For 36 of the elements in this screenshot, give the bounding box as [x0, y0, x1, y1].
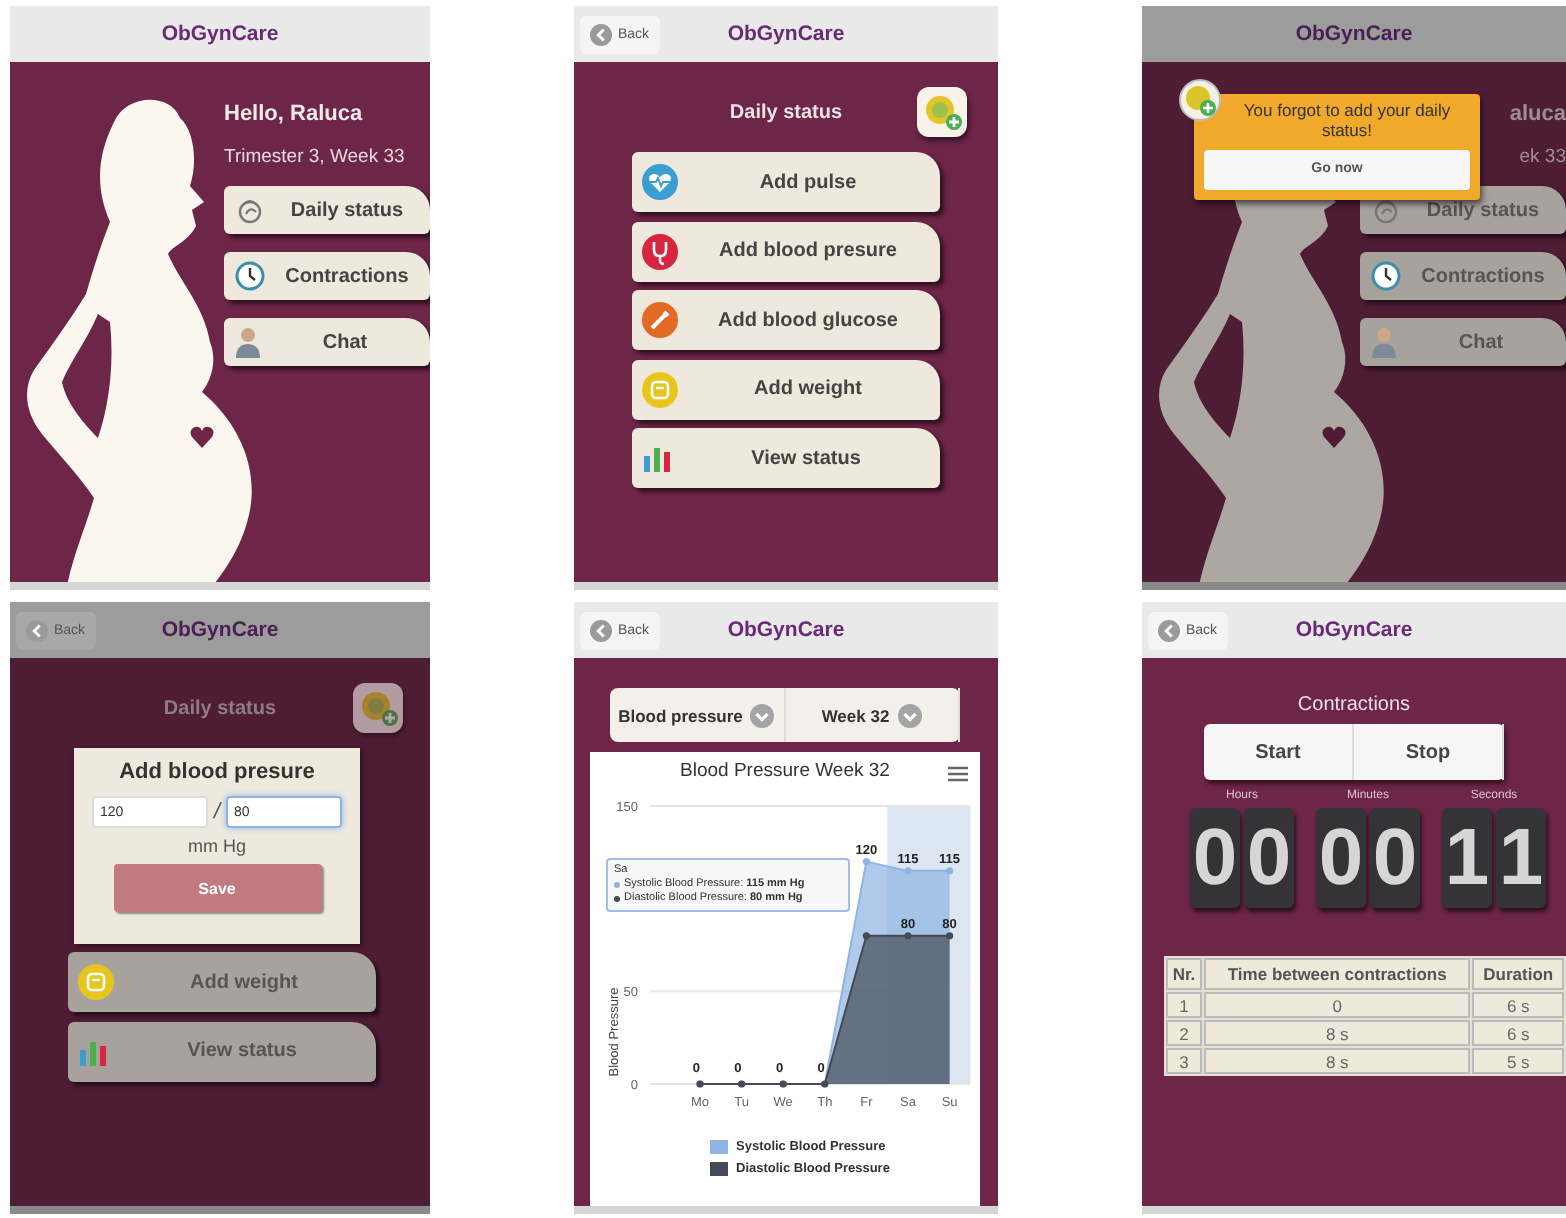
greeting-text: aluca: [1509, 102, 1566, 126]
table-cell: 8 s: [1204, 1020, 1471, 1046]
timer-digit: 0: [1316, 808, 1366, 908]
table-cell: 8 s: [1204, 1048, 1471, 1074]
column-header: Time between contractions: [1204, 958, 1471, 990]
separator-text: /: [213, 800, 221, 824]
column-header: Nr.: [1166, 958, 1202, 990]
timer-digit: 1: [1442, 808, 1492, 908]
timer-digit: 0: [1244, 808, 1294, 908]
timer-digit: 1: [1496, 808, 1546, 908]
timer-digit: 0: [1190, 808, 1240, 908]
screen-title: Daily status: [161, 698, 279, 724]
unit-text: mm Hg: [188, 836, 246, 856]
table-cell: 3: [1166, 1048, 1202, 1074]
chart-title: Blood Pressure Week 32: [680, 758, 890, 786]
app-title: ObGynCare: [1295, 22, 1413, 46]
popup-message: You forgot to add your daily status!: [1241, 102, 1453, 142]
app-title: ObGynCare: [1295, 618, 1413, 642]
table-cell: 5 s: [1472, 1048, 1564, 1074]
app-title: ObGynCare: [727, 618, 845, 642]
dialog-title: Add blood presure: [119, 760, 315, 784]
table-cell: 1: [1166, 992, 1202, 1018]
pregnancy-week-text: Trimester 3, Week 33: [224, 146, 407, 168]
column-header: Duration: [1472, 958, 1564, 990]
table-cell: 6 s: [1472, 992, 1564, 1018]
table-cell: 2: [1166, 1020, 1202, 1046]
table-cell: 0: [1204, 992, 1471, 1018]
app-title: ObGynCare: [727, 22, 845, 46]
timer-digit: 0: [1370, 808, 1420, 908]
screen-title: Contractions: [1295, 694, 1413, 716]
table-cell: 6 s: [1472, 1020, 1564, 1046]
pregnancy-week-text: ek 33: [1519, 146, 1566, 168]
app-title: ObGynCare: [161, 22, 279, 46]
screen-title: Daily status: [727, 102, 845, 128]
greeting-text: Hello, Raluca: [224, 102, 365, 126]
app-title: ObGynCare: [161, 618, 279, 642]
